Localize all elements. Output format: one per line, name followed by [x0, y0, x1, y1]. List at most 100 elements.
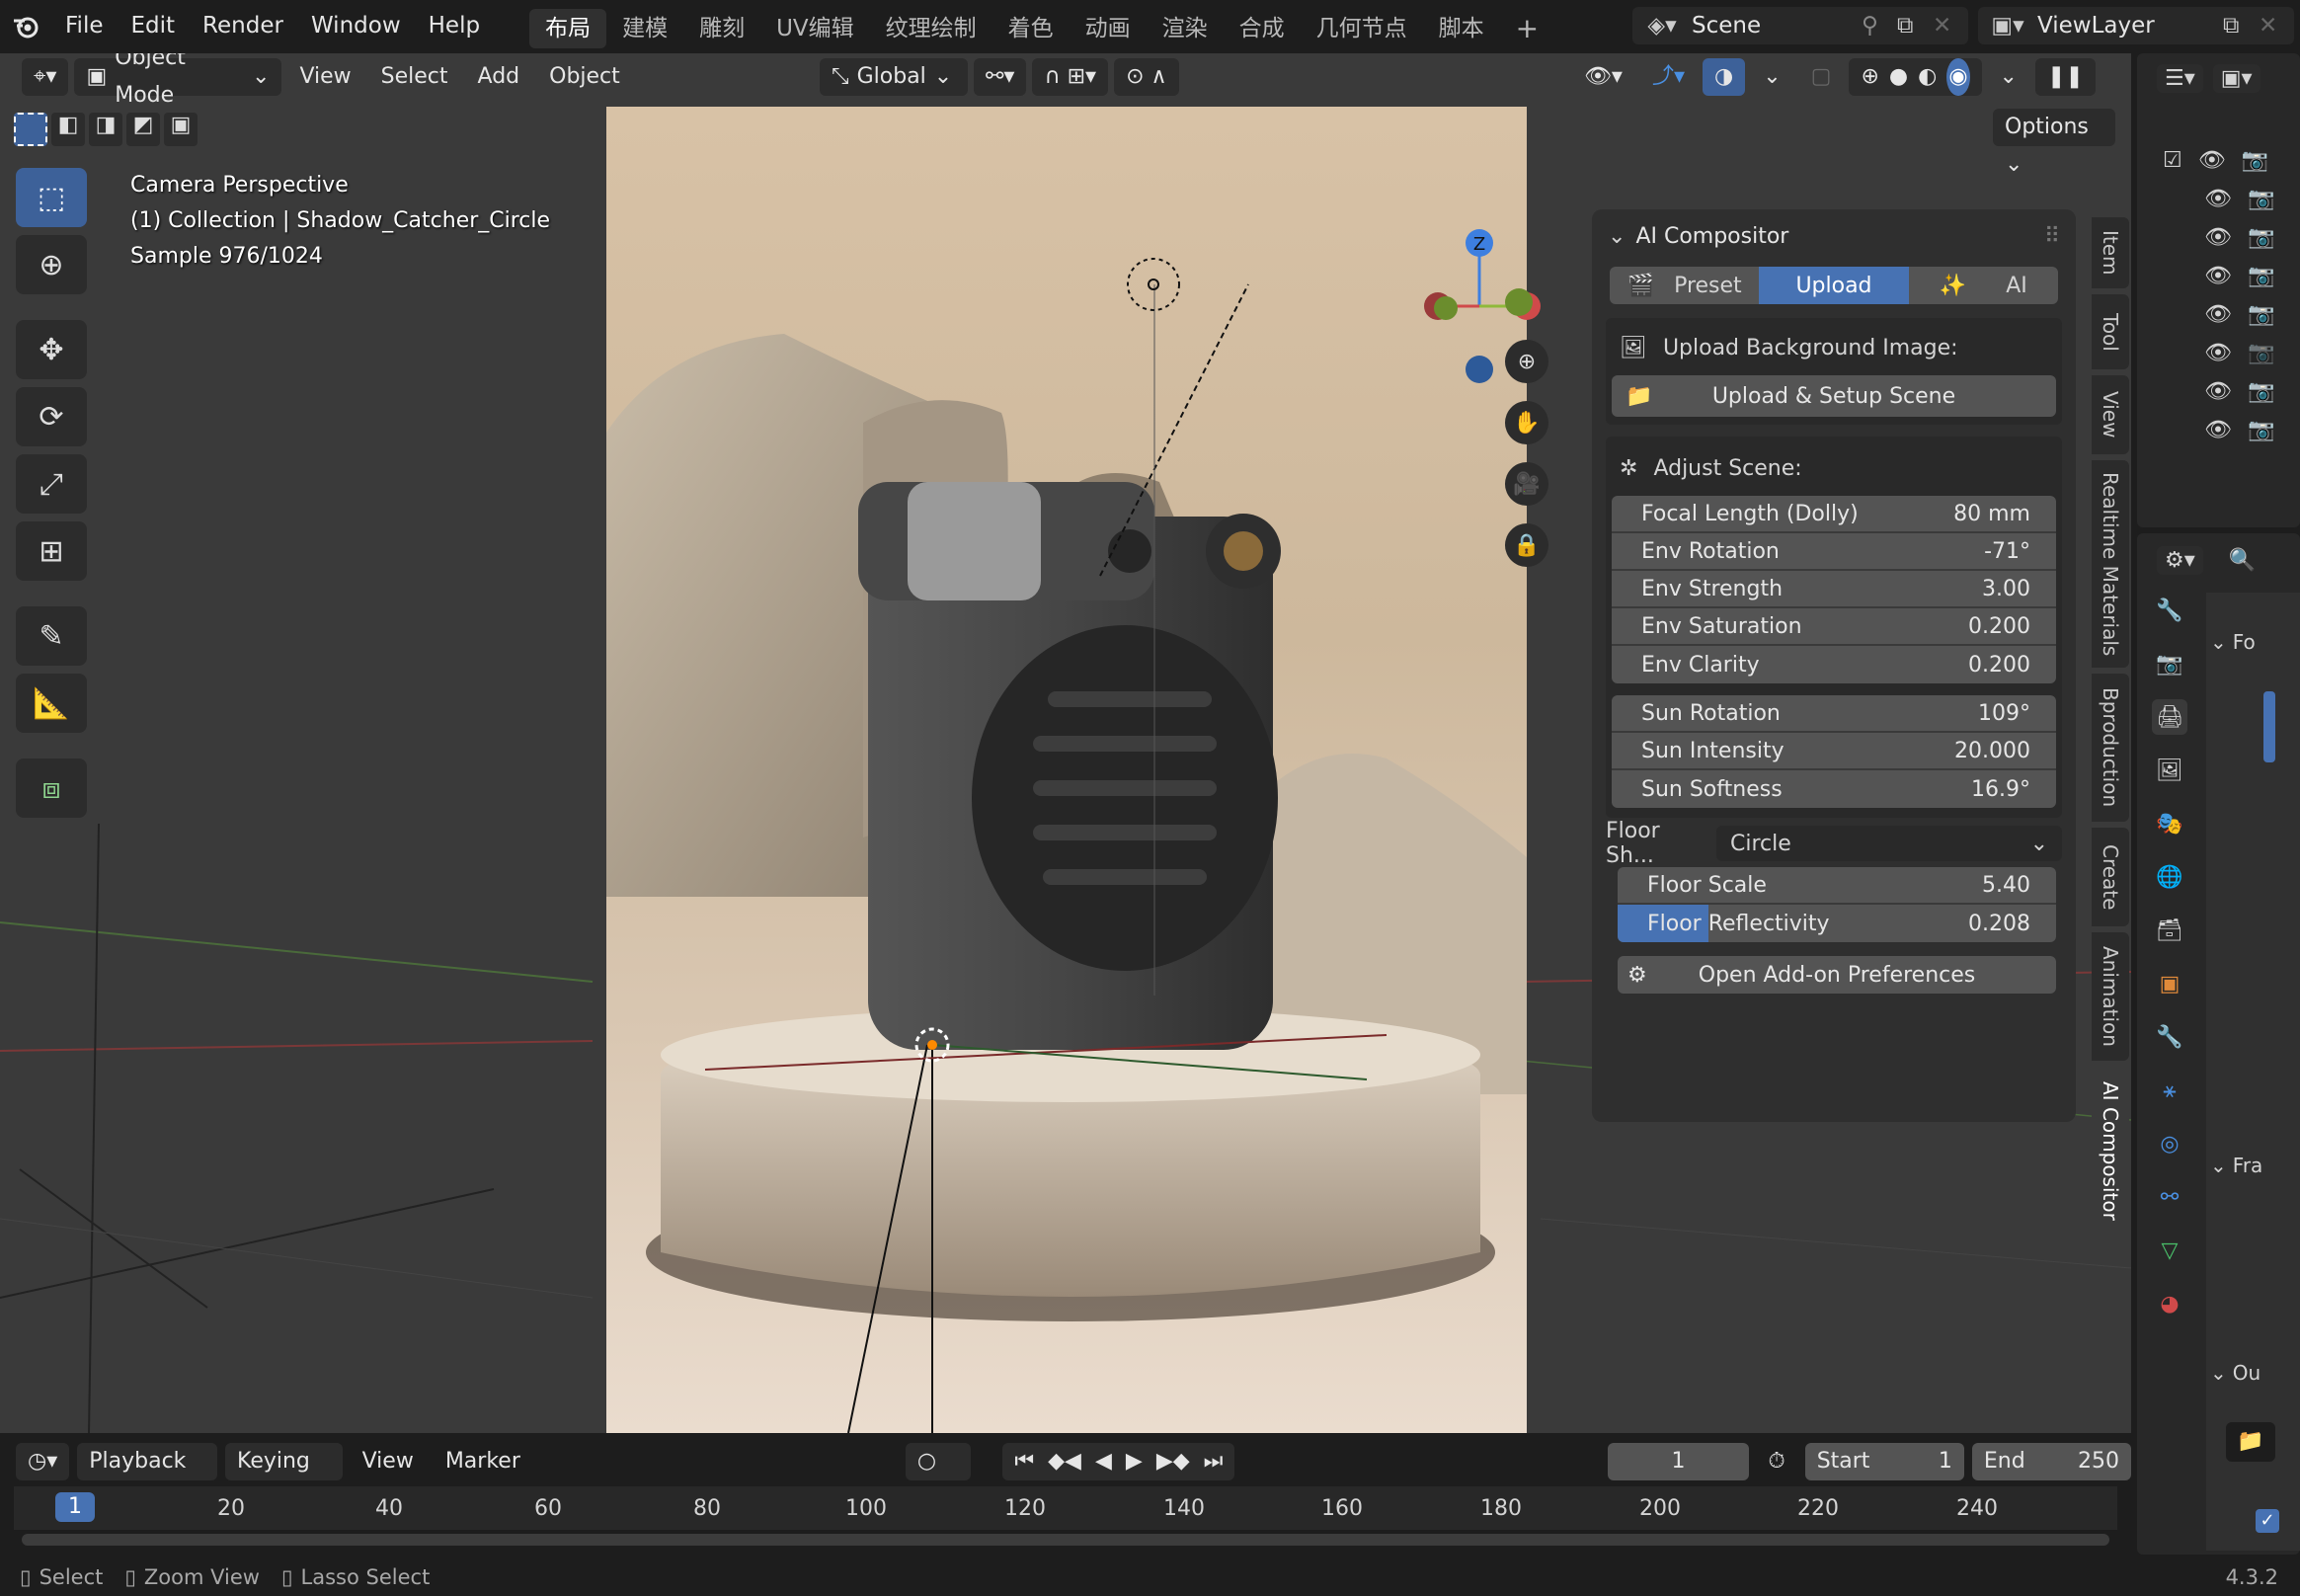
transform-tool-icon[interactable]: ⊞ — [16, 521, 87, 581]
jump-start-icon[interactable]: ⏮ — [1014, 1443, 1034, 1480]
tab-upload[interactable]: Upload — [1759, 267, 1909, 304]
eye-icon[interactable]: 👁 — [2198, 148, 2226, 173]
eye-icon[interactable]: 👁 — [2204, 264, 2232, 288]
rendered-shading-icon[interactable]: ◉ — [1946, 58, 1970, 96]
eye-icon[interactable]: 👁 — [2204, 418, 2232, 442]
sidebar-tab-create[interactable]: Create — [2092, 828, 2129, 926]
filter-icon[interactable]: ▣▾ — [2212, 63, 2260, 93]
remove-scene-icon[interactable]: ✕ — [1933, 13, 1968, 39]
timeline-editor-type-icon[interactable]: ◷▾ — [16, 1443, 70, 1480]
options-dropdown[interactable]: Options ⌄ — [1993, 109, 2115, 177]
scale-tool-icon[interactable]: ⤢ — [16, 454, 87, 514]
sidebar-tab-tool[interactable]: Tool — [2092, 294, 2129, 369]
start-frame-field[interactable]: Start 1 — [1804, 1443, 1964, 1480]
camera-icon[interactable]: 📷 — [2248, 418, 2274, 442]
object-properties-icon[interactable]: ▣ — [2152, 966, 2187, 1001]
sun-softness-field[interactable]: Sun Softness 16.9° — [1612, 770, 2056, 808]
pause-render-icon[interactable]: ❚❚ — [2034, 58, 2096, 96]
new-scene-icon[interactable]: ⧉ — [1897, 13, 1933, 39]
workspace-tab-modeling[interactable]: 建模 — [606, 9, 683, 48]
constraints-properties-icon[interactable]: ⚯ — [2152, 1179, 2187, 1215]
remove-view-layer-icon[interactable]: ✕ — [2259, 13, 2294, 39]
camera-view-icon[interactable]: 🎥 — [1505, 462, 1548, 506]
workspace-tab-sculpting[interactable]: 雕刻 — [683, 9, 760, 48]
output-properties-icon[interactable]: 🖨 — [2152, 699, 2187, 735]
tool-properties-icon[interactable]: 🔧 — [2152, 593, 2187, 628]
collection-properties-icon[interactable]: 🗃 — [2152, 913, 2187, 948]
measure-tool-icon[interactable]: 📐 — [16, 674, 87, 733]
timeline-view-menu[interactable]: View — [351, 1443, 426, 1480]
shading-modes[interactable]: ⊕ ● ◐ ◉ — [1849, 58, 1982, 96]
jump-end-icon[interactable]: ⏭ — [1204, 1443, 1224, 1480]
eye-icon[interactable]: 👁 — [2204, 379, 2232, 404]
workspace-tab-rendering[interactable]: 渲染 — [1147, 9, 1224, 48]
eye-icon[interactable]: 👁 — [2204, 187, 2232, 211]
env-rotation-field[interactable]: Env Rotation -71° — [1612, 533, 2056, 571]
current-frame-field[interactable]: 1 — [1608, 1443, 1749, 1480]
select-box-tool-icon[interactable]: ⬚ — [16, 168, 87, 227]
view-layer-properties-icon[interactable]: 🖼 — [2152, 753, 2187, 788]
proportional-edit-icon[interactable]: ⊙ ∧ — [1114, 58, 1179, 96]
view-layer-name[interactable]: ViewLayer — [2037, 13, 2223, 39]
scene-properties-icon[interactable]: 🎭 — [2152, 806, 2187, 841]
eye-icon[interactable]: 👁 — [2204, 225, 2232, 250]
modifier-properties-icon[interactable]: 🔧 — [2152, 1019, 2187, 1055]
camera-icon[interactable]: 📷 — [2248, 379, 2274, 404]
sidebar-tab-view[interactable]: View — [2092, 375, 2129, 454]
workspace-tab-layout[interactable]: 布局 — [529, 9, 607, 48]
section-header-fo[interactable]: ⌄ Fo — [2206, 622, 2300, 662]
property-scrollbar[interactable] — [2263, 691, 2275, 762]
auto-keying-icon[interactable]: ○ ⌄ — [905, 1443, 972, 1511]
wireframe-shading-icon[interactable]: ⊕ — [1861, 58, 1878, 96]
eye-icon[interactable]: 👁 — [2204, 302, 2232, 327]
sun-intensity-field[interactable]: Sun Intensity 20.000 — [1612, 733, 2056, 770]
floor-shape-dropdown[interactable]: Circle ⌄ — [1716, 826, 2062, 861]
drag-handle-icon[interactable]: ⠿ — [2044, 224, 2060, 249]
menu-help[interactable]: Help — [415, 0, 494, 51]
camera-icon[interactable]: 📷 — [2248, 187, 2274, 211]
camera-icon[interactable]: 📷 — [2248, 302, 2274, 327]
prev-keyframe-icon[interactable]: ◆◀ — [1048, 1443, 1081, 1480]
workspace-tab-uv-editing[interactable]: UV编辑 — [760, 9, 870, 48]
checkbox-icon[interactable]: ☑ — [2163, 148, 2182, 173]
move-tool-icon[interactable]: ✥ — [16, 320, 87, 379]
blender-logo-icon[interactable] — [0, 0, 51, 51]
panel-header[interactable]: ⌄ AI Compositor ⠿ — [1592, 209, 2076, 263]
keying-menu[interactable]: Keying ⌄ — [224, 1443, 343, 1511]
sidebar-tab-item[interactable]: Item — [2092, 217, 2129, 288]
floor-reflectivity-slider[interactable]: Floor Reflectivity 0.208 — [1618, 905, 2056, 942]
sidebar-tab-ai-compositor[interactable]: AI Compositor — [2092, 1067, 2129, 1235]
camera-icon[interactable]: 📷 — [2248, 225, 2274, 250]
workspace-tab-geometry-nodes[interactable]: 几何节点 — [1301, 9, 1423, 48]
workspace-tab-shading[interactable]: 着色 — [992, 9, 1070, 48]
play-reverse-icon[interactable]: ◀ — [1095, 1443, 1112, 1480]
menu-file[interactable]: File — [51, 0, 118, 51]
overlays-dropdown-icon[interactable]: ⌄ — [1751, 58, 1792, 96]
visibility-icon[interactable]: 👁▾ — [1572, 58, 1634, 96]
marker-menu[interactable]: Marker — [434, 1443, 532, 1480]
workspace-tab-texture-paint[interactable]: 纹理绘制 — [870, 9, 992, 48]
data-properties-icon[interactable]: ▽ — [2152, 1233, 2187, 1268]
workspace-tab-scripting[interactable]: 脚本 — [1423, 9, 1500, 48]
rotate-tool-icon[interactable]: ⟳ — [16, 387, 87, 446]
display-mode-icon[interactable]: ☰▾ — [2157, 63, 2203, 93]
tab-preset[interactable]: 🎬 Preset — [1610, 267, 1759, 304]
gizmo-toggle-icon[interactable]: ⤴▾ — [1640, 58, 1697, 96]
camera-disabled-icon[interactable]: 📷 — [2248, 341, 2274, 365]
render-properties-icon[interactable]: 📷 — [2152, 646, 2187, 681]
workspace-tab-compositing[interactable]: 合成 — [1224, 9, 1301, 48]
xray-icon[interactable]: ▢ — [1799, 58, 1844, 96]
overlays-icon[interactable]: ◑ — [1703, 58, 1746, 96]
mode-dropdown[interactable]: ▣ Object Mode ⌄ — [74, 53, 282, 108]
pin-icon[interactable]: ⚲ — [1862, 13, 1897, 39]
annotate-tool-icon[interactable]: ✎ — [16, 606, 87, 666]
viewport-menu-add[interactable]: Add — [466, 58, 532, 96]
pivot-point-icon[interactable]: ⚯▾ — [974, 58, 1027, 96]
play-icon[interactable]: ▶ — [1126, 1443, 1143, 1480]
checkbox-icon[interactable]: ✓ — [2256, 1509, 2279, 1533]
folder-icon[interactable]: 📁 — [2226, 1422, 2275, 1462]
stopwatch-icon[interactable]: ⏱ — [1757, 1443, 1797, 1480]
sidebar-tab-bproduction[interactable]: Bproduction — [2092, 674, 2129, 822]
workspace-tab-animation[interactable]: 动画 — [1070, 9, 1147, 48]
menu-render[interactable]: Render — [189, 0, 297, 51]
